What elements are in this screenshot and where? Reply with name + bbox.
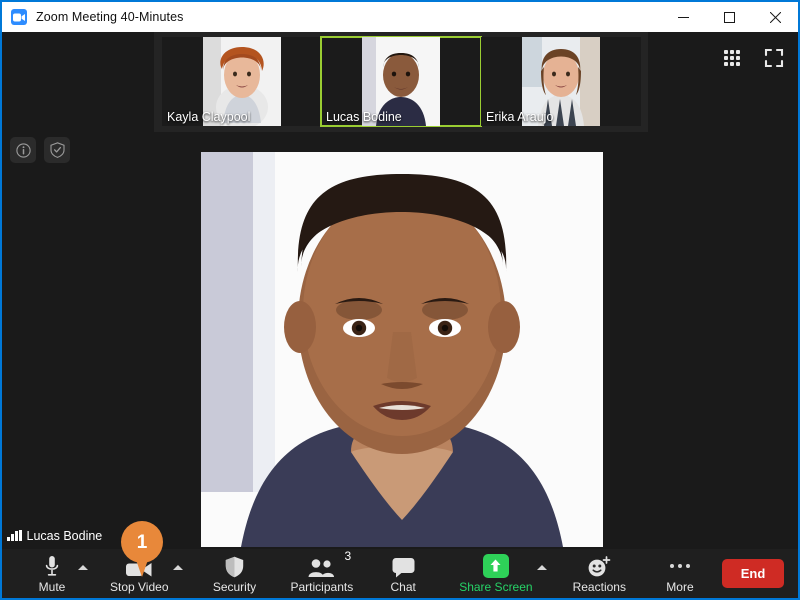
zoom-meeting-window: Zoom Meeting 40-Minutes Kayla Claypool L… — [0, 0, 800, 600]
close-icon[interactable] — [752, 2, 798, 32]
thumbnail-kayla-claypool[interactable]: Kayla Claypool — [162, 37, 322, 126]
video-options-chevron-icon[interactable] — [172, 565, 183, 570]
end-meeting-button[interactable]: End — [722, 559, 784, 588]
minimize-icon[interactable] — [660, 2, 706, 32]
reactions-label: Reactions — [572, 579, 626, 594]
view-controls — [720, 46, 786, 70]
fullscreen-icon[interactable] — [762, 46, 786, 70]
stop-video-label: Stop Video — [110, 579, 169, 594]
smiley-plus-icon — [587, 555, 611, 578]
encryption-shield-icon[interactable] — [44, 137, 70, 163]
titlebar: Zoom Meeting 40-Minutes — [2, 2, 798, 32]
thumbnail-name-label: Lucas Bodine — [326, 110, 402, 124]
annotation-marker-circle: 1 — [121, 521, 163, 563]
zoom-camera-icon — [11, 9, 27, 25]
audio-level-bars-icon — [7, 530, 22, 541]
participants-label: Participants — [290, 579, 354, 594]
reactions-button[interactable]: Reactions — [567, 549, 632, 598]
chat-label: Chat — [390, 579, 416, 594]
ellipsis-icon — [669, 555, 690, 578]
share-screen-label: Share Screen — [459, 579, 533, 594]
mute-options-chevron-icon[interactable] — [78, 565, 88, 570]
more-label: More — [666, 579, 694, 594]
mute-button[interactable]: Mute — [24, 549, 80, 598]
self-view-name-tag: Lucas Bodine — [2, 525, 111, 546]
participants-button[interactable]: 3 Participants — [285, 549, 360, 598]
security-label: Security — [212, 579, 257, 594]
participants-count-badge: 3 — [344, 549, 352, 563]
thumbnail-erika-araujo[interactable]: Erika Araujo — [481, 37, 641, 126]
active-speaker-video[interactable] — [201, 152, 603, 547]
people-icon — [307, 555, 337, 578]
annotation-marker-number: 1 — [136, 531, 148, 553]
annotation-marker-1: 1 — [121, 521, 163, 577]
thumbnail-name-label: Kayla Claypool — [167, 110, 251, 124]
microphone-icon — [44, 555, 60, 578]
shield-icon — [225, 555, 244, 578]
share-screen-button[interactable]: Share Screen — [453, 549, 538, 598]
gallery-view-icon[interactable] — [720, 46, 744, 70]
speech-bubble-icon — [392, 555, 415, 578]
participant-filmstrip: Kayla Claypool Lucas Bodine Erika Araujo — [154, 32, 648, 132]
thumbnail-name-label: Erika Araujo — [486, 110, 554, 124]
mute-label: Mute — [38, 579, 66, 594]
meeting-status-icons — [10, 137, 70, 163]
chat-button[interactable]: Chat — [375, 549, 431, 598]
security-button[interactable]: Security — [207, 549, 263, 598]
thumbnail-lucas-bodine[interactable]: Lucas Bodine — [320, 36, 482, 127]
share-arrow-up-icon — [482, 553, 509, 578]
meeting-info-icon[interactable] — [10, 137, 36, 163]
window-title: Zoom Meeting 40-Minutes — [36, 10, 184, 24]
meeting-body: Kayla Claypool Lucas Bodine Erika Araujo… — [2, 32, 798, 598]
maximize-icon[interactable] — [706, 2, 752, 32]
self-view-name-label: Lucas Bodine — [26, 528, 103, 543]
more-button[interactable]: More — [652, 549, 708, 598]
share-options-chevron-icon[interactable] — [536, 565, 547, 570]
window-controls — [660, 2, 798, 32]
